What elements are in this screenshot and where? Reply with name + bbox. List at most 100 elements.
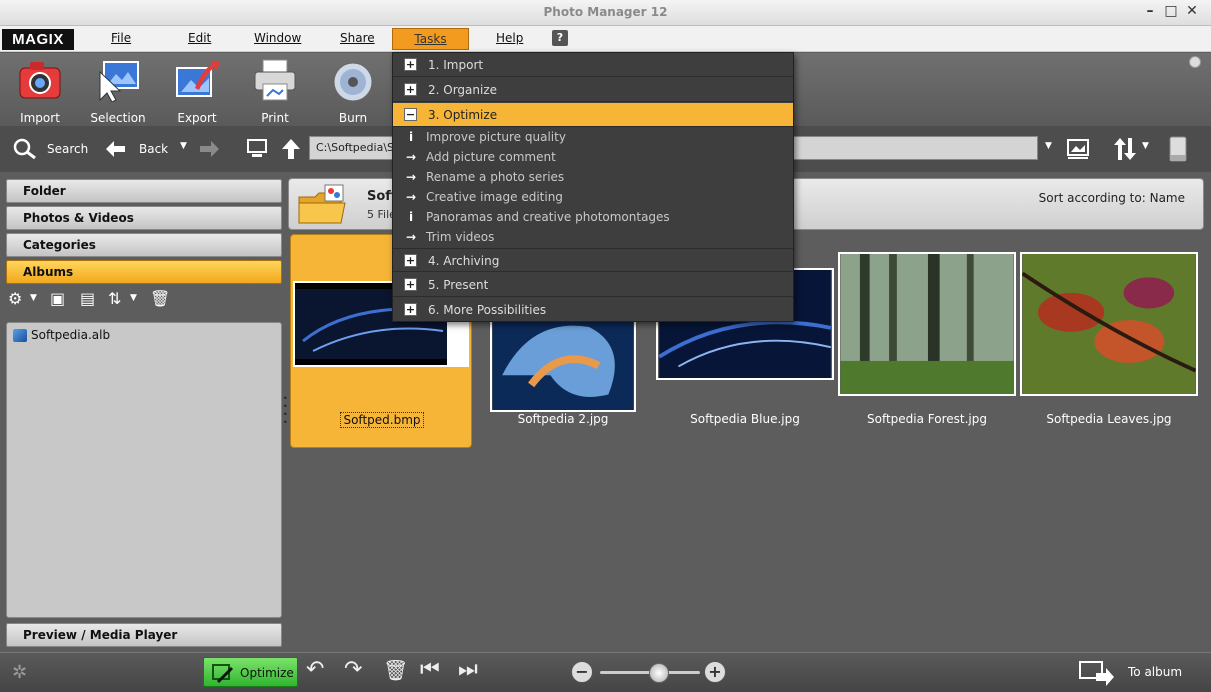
album-sort-dropdown-icon[interactable]: ▼ bbox=[130, 293, 137, 303]
camera-icon bbox=[19, 62, 61, 99]
tasks-section-archiving[interactable]: + 4. Archiving bbox=[393, 248, 793, 272]
section-label: 2. Organize bbox=[428, 83, 498, 97]
menu-share[interactable]: Share bbox=[340, 31, 375, 45]
tasks-section-present[interactable]: + 5. Present bbox=[393, 273, 793, 297]
redo-icon[interactable]: ↷ bbox=[344, 659, 362, 681]
skip-forward-icon[interactable]: ⏭ bbox=[458, 659, 478, 681]
menu-item-creative-editing[interactable]: → Creative image editing bbox=[393, 187, 793, 207]
export-icon bbox=[176, 60, 220, 97]
optimize-button[interactable]: Optimize bbox=[203, 657, 298, 687]
printer-icon bbox=[254, 59, 296, 101]
sidebar-folder[interactable]: Folder bbox=[6, 179, 282, 203]
settings-dropdown-icon[interactable]: ▼ bbox=[30, 293, 37, 303]
search-label[interactable]: Search bbox=[47, 142, 88, 156]
menu-item-rename-series[interactable]: → Rename a photo series bbox=[393, 167, 793, 187]
menu-item-label: Improve picture quality bbox=[426, 130, 566, 144]
print-label: Print bbox=[261, 111, 289, 125]
back-arrow-icon[interactable] bbox=[104, 139, 126, 159]
expand-plus-icon: + bbox=[404, 83, 417, 96]
menu-item-label: Panoramas and creative photomontages bbox=[426, 210, 670, 224]
path-dropdown-icon[interactable]: ▼ bbox=[1045, 141, 1052, 151]
burn-button[interactable]: Burn bbox=[318, 58, 388, 125]
menu-item-improve-quality[interactable]: i Improve picture quality bbox=[393, 127, 793, 147]
menu-item-panoramas[interactable]: i Panoramas and creative photomontages bbox=[393, 207, 793, 227]
sort-label[interactable]: Sort according to: Name bbox=[1039, 191, 1185, 205]
menu-help[interactable]: Help bbox=[496, 31, 523, 45]
book-icon[interactable] bbox=[1167, 135, 1189, 163]
delete-album-icon[interactable]: 🗑 bbox=[150, 289, 170, 308]
close-icon[interactable]: ✕ bbox=[1183, 3, 1201, 19]
menu-edit[interactable]: Edit bbox=[188, 31, 211, 45]
zoom-in-icon[interactable]: + bbox=[704, 661, 726, 683]
thumbnail-card[interactable]: Softpedia Forest.jpg bbox=[836, 234, 1018, 448]
computer-icon[interactable] bbox=[246, 138, 268, 160]
tasks-menu: + 1. Import + 2. Organize − 3. Optimize … bbox=[392, 52, 794, 322]
sidebar-categories[interactable]: Categories bbox=[6, 233, 282, 257]
album-item-label: Softpedia.alb bbox=[31, 328, 111, 342]
import-button[interactable]: Import bbox=[5, 58, 75, 125]
sidebar-albums[interactable]: Albums bbox=[6, 260, 282, 284]
back-label[interactable]: Back bbox=[139, 142, 168, 156]
new-album-icon[interactable]: ▣ bbox=[50, 289, 65, 308]
expand-plus-icon: + bbox=[404, 278, 417, 291]
section-label: 4. Archiving bbox=[428, 254, 500, 268]
skip-back-icon[interactable]: ⏮ bbox=[420, 659, 440, 681]
collapse-minus-icon: − bbox=[404, 108, 417, 121]
sidebar-photos-videos[interactable]: Photos & Videos bbox=[6, 206, 282, 230]
thumbnail-name: Softpedia Leaves.jpg bbox=[1046, 412, 1172, 426]
tasks-section-optimize[interactable]: − 3. Optimize bbox=[393, 103, 793, 127]
window-title: Photo Manager 12 bbox=[543, 5, 668, 19]
tasks-section-import[interactable]: + 1. Import bbox=[393, 53, 793, 77]
thumbnail-card[interactable]: Softpedia Leaves.jpg bbox=[1018, 234, 1200, 448]
menu-item-trim-videos[interactable]: → Trim videos bbox=[393, 227, 793, 247]
bottom-bar: ✲ Optimize ↶ ↷ 🗑 ⏮ ⏭ − + To album bbox=[0, 652, 1211, 692]
menu-item-add-comment[interactable]: → Add picture comment bbox=[393, 147, 793, 167]
thumbnail-name: Softpedia Forest.jpg bbox=[866, 412, 987, 426]
album-sort-icon[interactable]: ⇅ bbox=[108, 289, 121, 308]
folder-icon bbox=[298, 184, 346, 224]
sort-icon[interactable] bbox=[1112, 136, 1138, 162]
menu-file[interactable]: File bbox=[111, 31, 131, 45]
sidebar-preview-media-player[interactable]: Preview / Media Player bbox=[6, 623, 282, 647]
minimize-icon[interactable]: – bbox=[1141, 3, 1159, 19]
tasks-section-organize[interactable]: + 2. Organize bbox=[393, 78, 793, 102]
zoom-slider-handle[interactable] bbox=[649, 663, 669, 683]
view-mode-icon[interactable] bbox=[1066, 137, 1090, 161]
selection-button[interactable]: Selection bbox=[83, 58, 153, 125]
thumbnail-name: Softpedia Blue.jpg bbox=[690, 412, 800, 426]
album-book-icon bbox=[13, 328, 27, 342]
zoom-out-icon[interactable]: − bbox=[571, 661, 593, 683]
undo-icon[interactable]: ↶ bbox=[306, 659, 324, 681]
menu-tasks[interactable]: Tasks bbox=[392, 28, 469, 50]
thumbnail-name: Softpedia 2.jpg bbox=[517, 412, 609, 426]
context-help-icon[interactable]: ? bbox=[552, 30, 568, 46]
search-icon[interactable] bbox=[13, 138, 37, 160]
back-dropdown-icon[interactable]: ▼ bbox=[180, 141, 187, 151]
toolbar-status-indicator bbox=[1189, 56, 1201, 68]
sidebar: Folder Photos & Videos Categories Albums… bbox=[0, 172, 288, 652]
up-arrow-icon[interactable] bbox=[281, 138, 301, 160]
disc-icon bbox=[333, 62, 373, 102]
maximize-icon[interactable]: □ bbox=[1162, 3, 1180, 19]
menu-bar: MAGIX File Edit Window Share Tasks Help … bbox=[0, 26, 1211, 52]
menu-item-label: Rename a photo series bbox=[426, 170, 565, 184]
optimize-label: Optimize bbox=[240, 666, 294, 680]
magix-logo: MAGIX bbox=[2, 29, 74, 50]
trash-icon[interactable]: 🗑 bbox=[383, 659, 408, 681]
to-album-label[interactable]: To album bbox=[1128, 665, 1182, 679]
panel-resize-handle[interactable]: • • • • bbox=[283, 395, 288, 429]
export-button[interactable]: Export bbox=[162, 58, 232, 125]
import-label: Import bbox=[20, 111, 60, 125]
selection-label: Selection bbox=[90, 111, 146, 125]
album-properties-icon[interactable]: ▤ bbox=[80, 289, 95, 308]
album-item[interactable]: Softpedia.alb bbox=[13, 328, 110, 342]
print-button[interactable]: Print bbox=[240, 58, 310, 125]
tasks-section-more[interactable]: + 6. More Possibilities bbox=[393, 298, 793, 322]
menu-window[interactable]: Window bbox=[254, 31, 301, 45]
forward-arrow-icon[interactable] bbox=[199, 139, 221, 159]
sort-dropdown-icon[interactable]: ▼ bbox=[1142, 141, 1149, 151]
to-album-icon[interactable] bbox=[1078, 659, 1116, 687]
optimize-wand-icon bbox=[212, 664, 234, 684]
burn-label: Burn bbox=[338, 111, 368, 125]
settings-gear-icon[interactable]: ⚙ bbox=[8, 289, 22, 308]
